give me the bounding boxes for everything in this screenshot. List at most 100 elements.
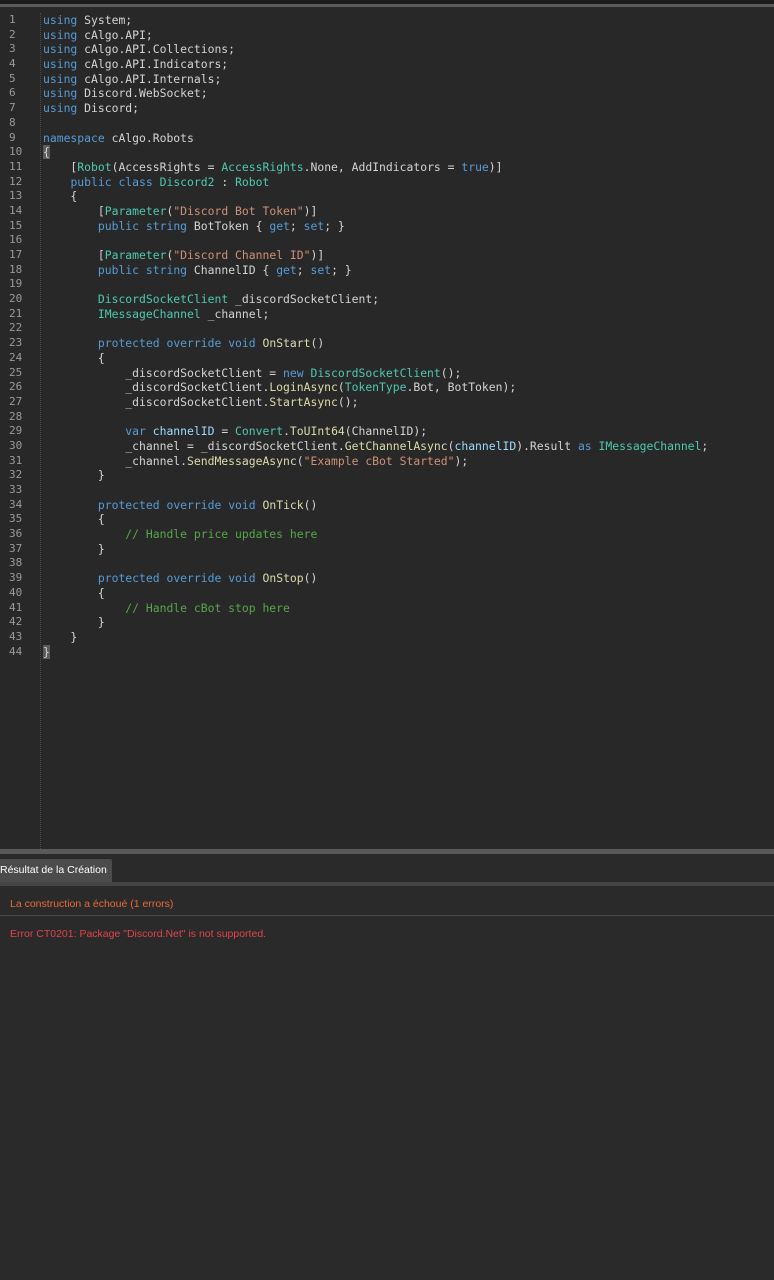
code-line[interactable]: 10 { [0,145,774,160]
code-line[interactable]: 32 } [0,468,774,483]
code-line[interactable]: 28 [0,410,774,425]
code-token: } [43,615,105,630]
code-line[interactable]: 6 using Discord.WebSocket; [0,86,774,101]
code-line[interactable]: 24 { [0,351,774,366]
code-line[interactable]: 1 using System; [0,13,774,28]
code-token: string [145,218,188,233]
code-text: IMessageChannel _channel; [43,307,269,322]
code-token: OnStart [262,336,311,351]
line-number: 20 [9,292,23,306]
code-token: var [125,424,146,439]
code-token: [ [43,159,78,174]
code-token: Parameter [104,203,167,218]
code-line[interactable]: 23 protected override void OnStart() [0,336,774,351]
code-token: { [43,350,105,365]
code-text: DiscordSocketClient _discordSocketClient… [43,292,379,307]
code-text: [Robot(AccessRights = AccessRights.None,… [43,159,503,175]
code-text: } [43,644,50,660]
code-line[interactable]: 16 [0,233,774,248]
code-line[interactable]: 25 _discordSocketClient = new DiscordSoc… [0,366,774,381]
code-token: set [310,262,332,277]
line-number: 1 [9,13,16,26]
code-line[interactable]: 4 using cAlgo.API.Indicators; [0,57,774,72]
code-line[interactable]: 35 { [0,512,774,527]
code-line[interactable]: 13 { [0,189,774,204]
error-message[interactable]: Error CT0201: Package "Discord.Net" is n… [10,928,266,940]
code-line[interactable]: 37 } [0,542,774,557]
code-token: void [228,571,256,586]
code-line[interactable]: 21 IMessageChannel _channel; [0,307,774,322]
code-token: _discordSocketClient. [43,380,270,395]
code-token: LoginAsync [269,380,338,395]
code-line[interactable]: 17 [Parameter("Discord Channel ID")] [0,248,774,263]
code-token: cAlgo.API.Indicators; [77,57,229,72]
code-line[interactable]: 9 namespace cAlgo.Robots [0,131,774,146]
code-line[interactable]: 19 [0,277,774,292]
code-text: public string ChannelID { get; set; } [43,263,352,278]
code-line[interactable]: 29 var channelID = Convert.ToUInt64(Chan… [0,424,774,439]
code-line[interactable]: 14 [Parameter("Discord Bot Token")] [0,204,774,219]
tab-build-result[interactable]: Résultat de la Création [0,859,112,882]
code-line[interactable]: 26 _discordSocketClient.LoginAsync(Token… [0,380,774,395]
code-line[interactable]: 11 [Robot(AccessRights = AccessRights.No… [0,160,774,175]
code-editor[interactable]: 1 using System; 2 using cAlgo.API; 3 using cA… [0,7,774,849]
code-line[interactable]: 22 [0,321,774,336]
code-text: } [43,615,105,630]
code-text: _channel = _discordSocketClient.GetChann… [43,439,708,454]
code-line[interactable]: 42 } [0,615,774,630]
code-line[interactable]: 38 [0,556,774,571]
code-token: () [303,571,318,586]
code-line[interactable]: 44} [0,644,774,660]
code-line[interactable]: 15 public string BotToken { get; set; } [0,219,774,234]
code-token: "Example cBot Started" [303,453,455,468]
code-line[interactable]: 33 [0,483,774,498]
code-line[interactable]: 31 _channel.SendMessageAsync("Example cB… [0,454,774,469]
code-token: OnTick [262,497,304,512]
line-number: 3 [9,42,16,56]
code-line[interactable]: 5 using cAlgo.API.Internals; [0,72,774,87]
code-token: ToUInt64 [289,424,345,439]
code-line[interactable]: 18 public string ChannelID { get; set; } [0,263,774,278]
code-text: // Handle cBot stop here [43,601,290,616]
code-line[interactable]: 43 } [0,630,774,645]
code-line[interactable]: 12 public class Discord2 : Robot [0,175,774,190]
line-number: 16 [9,233,23,247]
code-line[interactable]: 40 { [0,586,774,601]
code-line[interactable]: 2 using cAlgo.API; [0,28,774,43]
code-token: { [43,189,78,204]
code-token: Discord; [77,101,140,116]
line-number: 2 [9,27,16,41]
code-token: using [43,101,78,116]
code-token: using [43,13,78,27]
code-token: { [43,145,50,160]
line-number: 33 [9,483,23,496]
code-line[interactable]: 20 DiscordSocketClient _discordSocketCli… [0,292,774,307]
code-lines[interactable]: 1 using System; 2 using cAlgo.API; 3 using cA… [0,13,774,659]
code-token: ChannelID { [187,262,277,277]
line-number: 38 [9,556,23,570]
line-number: 31 [9,453,23,467]
code-text: using Discord.WebSocket; [43,86,208,101]
code-token: )] [488,159,503,174]
code-line[interactable]: 36 // Handle price updates here [0,527,774,542]
code-line[interactable]: 7 using Discord; [0,101,774,116]
code-line[interactable]: 27 _discordSocketClient.StartAsync(); [0,395,774,410]
line-number: 6 [9,86,16,100]
code-line[interactable]: 39 protected override void OnStop() [0,571,774,586]
code-line[interactable]: 30 _channel = _discordSocketClient.GetCh… [0,439,774,454]
code-line[interactable]: 41 // Handle cBot stop here [0,601,774,616]
build-status-message: La construction a échoué (1 errors) [10,898,174,910]
code-line[interactable]: 3 using cAlgo.API.Collections; [0,42,774,57]
code-line[interactable]: 8 [0,116,774,131]
code-token: } [43,468,105,483]
code-text: { [43,351,105,366]
code-text: { [43,586,105,601]
line-number: 9 [9,130,16,144]
code-token: "Discord Channel ID" [173,248,311,262]
code-line[interactable]: 34 protected override void OnTick() [0,498,774,513]
line-number: 28 [9,409,23,423]
code-text: [Parameter("Discord Bot Token")] [43,203,318,219]
